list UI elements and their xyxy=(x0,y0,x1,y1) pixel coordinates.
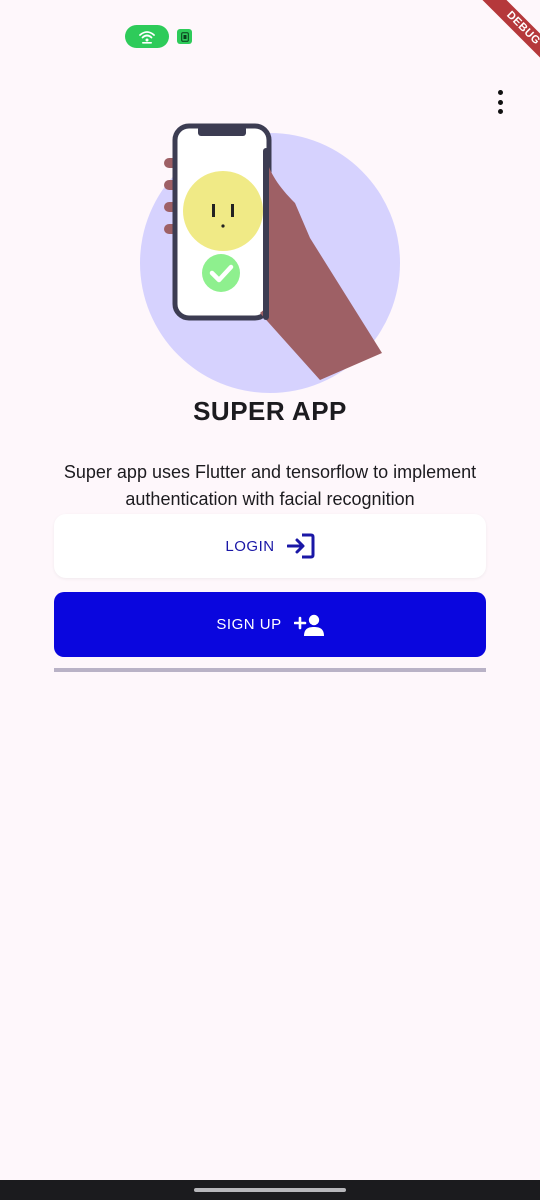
status-bar xyxy=(0,0,540,72)
signup-button-label: SIGN UP xyxy=(216,616,282,633)
progress-indicator xyxy=(54,668,486,672)
login-button-label: LOGIN xyxy=(225,537,275,555)
menu-dot xyxy=(497,99,503,105)
face-auth-illustration xyxy=(140,123,400,393)
app-description: Super app uses Flutter and tensorflow to… xyxy=(63,462,477,509)
menu-dot xyxy=(497,109,503,114)
login-icon xyxy=(286,533,315,559)
debug-ribbon-label: DEBUG xyxy=(478,0,540,74)
nav-gesture-handle[interactable] xyxy=(194,1188,346,1192)
debug-banner: DEBUG xyxy=(460,0,540,80)
app-title: SUPER APP xyxy=(193,396,347,426)
system-nav-bar xyxy=(0,1180,540,1200)
sim-card-icon xyxy=(177,29,192,44)
more-vert-icon[interactable] xyxy=(488,88,512,116)
person-add-icon xyxy=(293,614,324,636)
signup-button[interactable]: SIGN UP xyxy=(54,592,486,657)
login-button[interactable]: LOGIN xyxy=(54,514,486,578)
progress-fill xyxy=(54,668,486,672)
menu-dot xyxy=(497,90,503,95)
wifi-hotspot-icon xyxy=(125,25,169,48)
